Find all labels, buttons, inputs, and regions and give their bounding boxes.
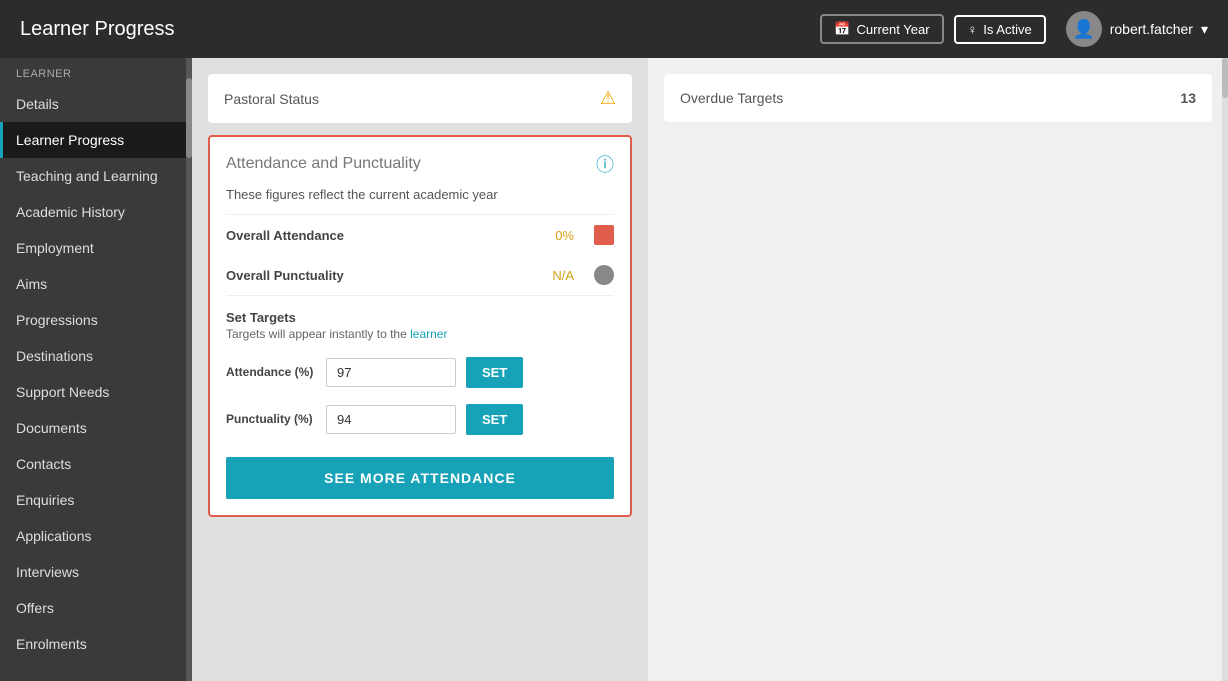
see-more-attendance-button[interactable]: SEE MORE ATTENDANCE [226,457,614,499]
punctuality-indicator-gray [594,265,614,285]
punctuality-target-row: Punctuality (%) SET [210,396,630,443]
user-menu[interactable]: 👤 robert.fatcher ▾ [1066,11,1208,47]
current-year-label: Current Year [857,22,930,37]
overall-attendance-label: Overall Attendance [226,228,545,243]
avatar: 👤 [1066,11,1102,47]
main-layout: LEARNER Details Learner Progress Teachin… [0,58,1228,681]
sidebar-item-offers[interactable]: Offers [0,590,192,626]
sidebar-section-label: LEARNER [0,58,192,86]
info-circle-icon[interactable]: ⓘ [596,151,614,177]
current-year-button[interactable]: 📅 Current Year [820,14,943,44]
attendance-title: Attendance and Punctuality [226,155,421,173]
sidebar-item-academic-history[interactable]: Academic History [0,194,192,230]
attendance-set-button[interactable]: SET [466,357,523,388]
main-panel: Pastoral Status ⚠ Attendance and Punctua… [192,58,648,681]
right-panel: Overdue Targets 13 [648,58,1228,681]
set-targets-section: Set Targets Targets will appear instantl… [210,296,630,349]
attendance-target-label: Attendance (%) [226,365,316,381]
attendance-target-input[interactable] [326,358,456,387]
set-targets-subtitle: Targets will appear instantly to the lea… [226,327,614,341]
overdue-targets-label: Overdue Targets [680,90,783,106]
attendance-target-row: Attendance (%) SET [210,349,630,396]
header: Learner Progress 📅 Current Year ♀ Is Act… [0,0,1228,58]
page-title: Learner Progress [20,18,820,41]
set-targets-title: Set Targets [226,310,614,325]
attendance-indicator-red [594,225,614,245]
pastoral-status-label: Pastoral Status [224,91,319,107]
sidebar-item-learner-progress[interactable]: Learner Progress [0,122,192,158]
is-active-label: Is Active [983,22,1031,37]
overdue-targets-value: 13 [1180,90,1196,106]
dropdown-icon: ▾ [1201,21,1208,38]
overall-attendance-value: 0% [555,228,574,243]
warning-icon: ⚠ [600,88,616,109]
learner-link[interactable]: learner [410,327,447,341]
overall-punctuality-value: N/A [552,268,574,283]
right-scrollbar-thumb [1222,58,1228,98]
punctuality-set-button[interactable]: SET [466,404,523,435]
attendance-header: Attendance and Punctuality ⓘ [210,137,630,187]
username: robert.fatcher [1110,21,1193,37]
sidebar-item-applications[interactable]: Applications [0,518,192,554]
sidebar-item-teaching-learning[interactable]: Teaching and Learning [0,158,192,194]
sidebar: LEARNER Details Learner Progress Teachin… [0,58,192,681]
calendar-icon: 📅 [834,21,850,37]
person-icon: ♀ [968,22,978,37]
sidebar-item-support-needs[interactable]: Support Needs [0,374,192,410]
is-active-button[interactable]: ♀ Is Active [954,15,1046,44]
sidebar-item-progressions[interactable]: Progressions [0,302,192,338]
sidebar-item-interviews[interactable]: Interviews [0,554,192,590]
sidebar-item-employment[interactable]: Employment [0,230,192,266]
sidebar-item-destinations[interactable]: Destinations [0,338,192,374]
pastoral-status-card: Pastoral Status ⚠ [208,74,632,123]
header-controls: 📅 Current Year ♀ Is Active 👤 robert.fatc… [820,11,1208,47]
attendance-card: Attendance and Punctuality ⓘ These figur… [208,135,632,517]
overdue-targets-card: Overdue Targets 13 [664,74,1212,122]
attendance-note: These figures reflect the current academ… [210,187,630,214]
content-area: Pastoral Status ⚠ Attendance and Punctua… [192,58,1228,681]
overall-attendance-row: Overall Attendance 0% [210,215,630,255]
sidebar-item-enquiries[interactable]: Enquiries [0,482,192,518]
punctuality-target-label: Punctuality (%) [226,412,316,428]
sidebar-item-enrolments[interactable]: Enrolments [0,626,192,662]
sidebar-item-aims[interactable]: Aims [0,266,192,302]
overall-punctuality-label: Overall Punctuality [226,268,542,283]
overall-punctuality-row: Overall Punctuality N/A [210,255,630,295]
sidebar-item-documents[interactable]: Documents [0,410,192,446]
sidebar-item-details[interactable]: Details [0,86,192,122]
right-panel-scrollbar[interactable] [1222,58,1228,681]
sidebar-item-contacts[interactable]: Contacts [0,446,192,482]
punctuality-target-input[interactable] [326,405,456,434]
